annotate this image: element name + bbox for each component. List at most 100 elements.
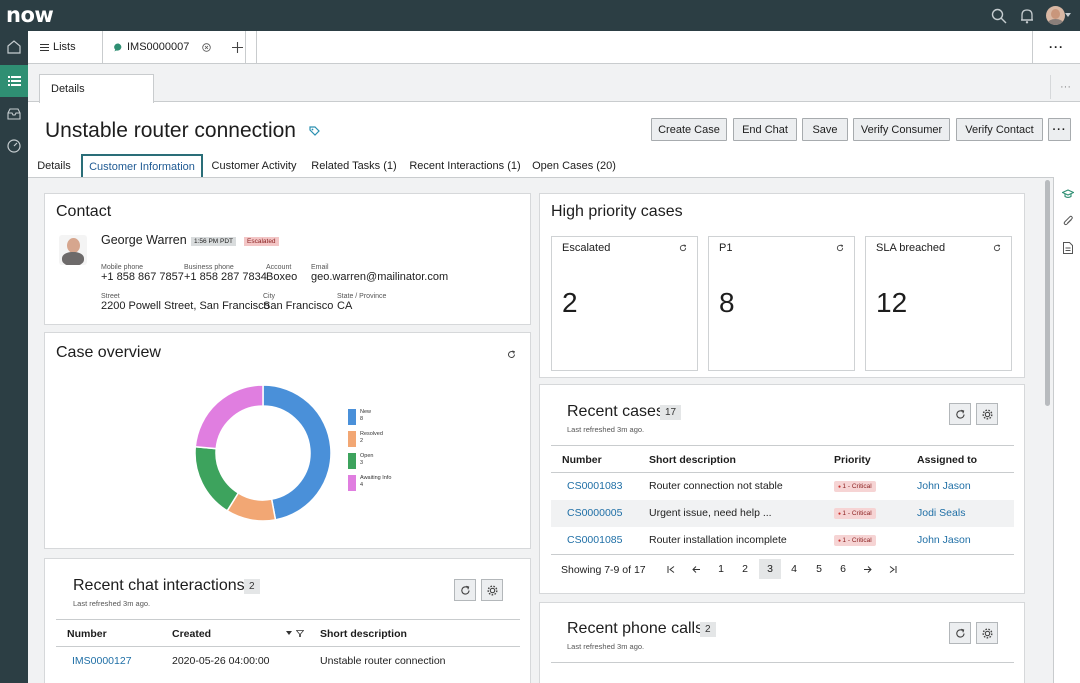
contact-name: George Warren: [101, 233, 187, 247]
escalated-badge: Escalated: [244, 237, 279, 246]
list-nav-button[interactable]: [0, 65, 28, 97]
tab-customer-activity[interactable]: Customer Activity: [208, 154, 300, 177]
legend-label: Awaiting Info 4: [360, 475, 391, 489]
table-row[interactable]: CS0001083 Router connection not stable 1…: [551, 473, 1014, 500]
gear-icon: [981, 408, 993, 420]
donut-slice-awaiting-info[interactable]: [194, 384, 264, 450]
subheader-more-icon[interactable]: ···: [1050, 75, 1080, 99]
subtab-details[interactable]: Details: [39, 74, 154, 103]
filter-icon[interactable]: [296, 630, 304, 637]
case-number-link[interactable]: CS0001085: [567, 534, 622, 546]
verify-contact-button[interactable]: Verify Contact: [956, 118, 1043, 141]
scrollbar-thumb[interactable]: [1045, 180, 1050, 406]
street-label: Street: [101, 293, 120, 300]
chat-icon: [114, 42, 122, 51]
gear-icon: [981, 627, 993, 639]
refresh-icon[interactable]: [836, 244, 844, 252]
graduation-cap-icon[interactable]: [1062, 189, 1074, 199]
escalated-stat[interactable]: Escalated 2: [551, 236, 698, 371]
new-tab-button[interactable]: [218, 31, 257, 63]
next-page-button[interactable]: [857, 559, 879, 579]
legend-label: Open 3: [360, 453, 373, 467]
tab-details[interactable]: Details: [31, 154, 77, 177]
mobile-phone-label: Mobile phone: [101, 264, 144, 271]
divider: [551, 662, 1014, 663]
paperclip-icon[interactable]: [1063, 215, 1074, 227]
assigned-to-link[interactable]: John Jason: [917, 480, 971, 492]
create-case-button[interactable]: Create Case: [651, 118, 727, 141]
stat-label: SLA breached: [876, 242, 946, 254]
high-priority-card: High priority cases Escalated 2 P1 8 SLA…: [539, 193, 1025, 378]
table-row[interactable]: CS0000005 Urgent issue, need help ... 1 …: [551, 500, 1014, 527]
inbox-icon: [7, 108, 21, 120]
legend-swatch: [348, 453, 356, 469]
settings-button[interactable]: [481, 579, 503, 601]
p1-stat[interactable]: P1 8: [708, 236, 855, 371]
prev-page-button[interactable]: [685, 559, 707, 579]
donut-slice-new[interactable]: [262, 384, 332, 521]
tab-related-tasks[interactable]: Related Tasks (1): [308, 154, 400, 177]
city-value: San Francisco: [263, 300, 334, 312]
tab-lists[interactable]: Lists: [28, 31, 103, 63]
refresh-button[interactable]: [949, 403, 971, 425]
search-icon[interactable]: [990, 7, 1008, 25]
last-page-button[interactable]: [882, 559, 904, 579]
tab-open-cases[interactable]: Open Cases (20): [530, 154, 618, 177]
tab-customer-information[interactable]: Customer Information: [81, 154, 203, 178]
tab-strip-more-icon[interactable]: ···: [1032, 31, 1080, 63]
save-button[interactable]: Save: [802, 118, 848, 141]
col-short-description[interactable]: Short description: [320, 628, 407, 640]
tab-recent-interactions[interactable]: Recent Interactions (1): [407, 154, 523, 177]
end-chat-button[interactable]: End Chat: [733, 118, 797, 141]
stat-value: 12: [876, 287, 908, 318]
recent-calls-card: Recent phone calls 2 Last refreshed 3m a…: [539, 602, 1025, 683]
user-avatar[interactable]: [1046, 6, 1065, 25]
col-number[interactable]: Number: [562, 454, 602, 466]
email-value: geo.warren@mailinator.com: [311, 271, 449, 283]
case-number-link[interactable]: CS0001083: [567, 480, 622, 492]
dashboard-button[interactable]: [0, 130, 28, 162]
refresh-icon[interactable]: [507, 350, 516, 359]
recent-calls-refreshed: Last refreshed 3m ago.: [567, 642, 645, 651]
vertical-scrollbar[interactable]: [1044, 178, 1051, 683]
page-3-current[interactable]: 3: [759, 559, 781, 579]
case-number-link[interactable]: CS0000005: [567, 507, 622, 519]
refresh-icon[interactable]: [993, 244, 1001, 252]
first-page-button[interactable]: [660, 559, 682, 579]
state-value: CA: [337, 300, 353, 312]
case-description: Router installation incomplete: [649, 534, 787, 546]
col-assigned-to[interactable]: Assigned to: [917, 454, 977, 466]
page-5[interactable]: 5: [808, 559, 830, 579]
settings-button[interactable]: [976, 403, 998, 425]
assigned-to-link[interactable]: Jodi Seals: [917, 507, 965, 519]
plus-icon: [231, 41, 243, 53]
more-actions-icon[interactable]: ···: [1048, 118, 1071, 141]
tag-icon[interactable]: [309, 126, 320, 137]
close-icon[interactable]: [202, 43, 211, 52]
col-priority[interactable]: Priority: [834, 454, 871, 466]
assigned-to-link[interactable]: John Jason: [917, 534, 971, 546]
verify-consumer-button[interactable]: Verify Consumer: [853, 118, 950, 141]
col-number[interactable]: Number: [67, 628, 107, 640]
bell-icon[interactable]: [1018, 7, 1036, 25]
chat-row-number-link[interactable]: IMS0000127: [72, 655, 132, 667]
table-row[interactable]: CS0001085 Router installation incomplete…: [551, 527, 1014, 554]
chevron-down-icon[interactable]: [1065, 13, 1071, 18]
col-created[interactable]: Created: [172, 628, 211, 640]
now-logo[interactable]: now: [6, 3, 54, 27]
refresh-icon[interactable]: [679, 244, 687, 252]
page-2[interactable]: 2: [734, 559, 756, 579]
refresh-button[interactable]: [454, 579, 476, 601]
page-4[interactable]: 4: [783, 559, 805, 579]
col-short-description[interactable]: Short description: [649, 454, 736, 466]
sort-desc-icon[interactable]: [286, 631, 292, 635]
home-button[interactable]: [0, 31, 28, 63]
donut-slice-open[interactable]: [194, 445, 240, 512]
refresh-button[interactable]: [949, 622, 971, 644]
sla-breached-stat[interactable]: SLA breached 12: [865, 236, 1012, 371]
inbox-button[interactable]: [0, 98, 28, 130]
page-1[interactable]: 1: [710, 559, 732, 579]
page-6[interactable]: 6: [832, 559, 854, 579]
settings-button[interactable]: [976, 622, 998, 644]
document-icon[interactable]: [1063, 242, 1073, 254]
